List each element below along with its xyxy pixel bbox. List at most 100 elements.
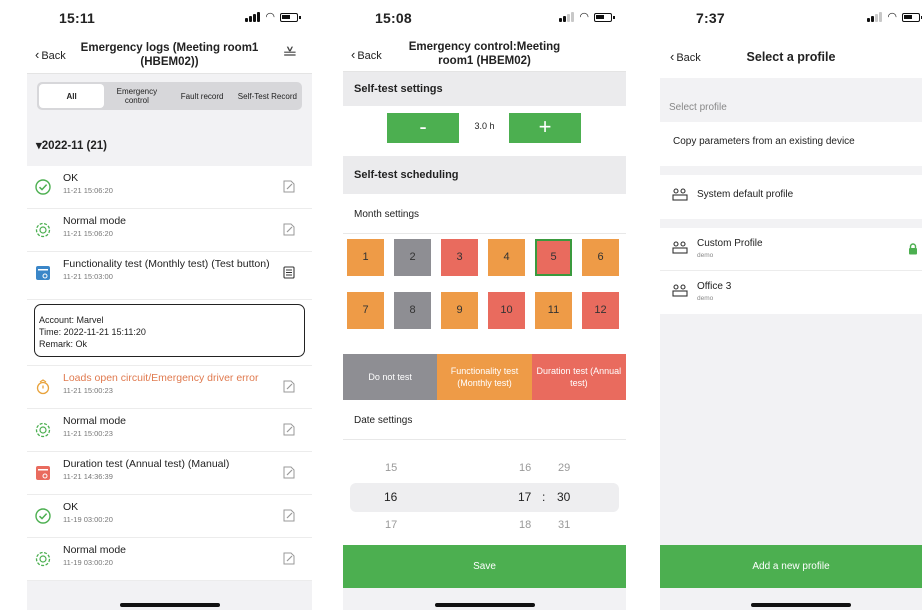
- month-cell-7[interactable]: 7: [347, 292, 384, 329]
- month-grid: 1 2 3 4 5 6 7 8 9 10 11 12: [343, 234, 626, 354]
- emergency-control-screen: 15:08 ◠ ‹ Back Emergency control:Meeting …: [343, 0, 626, 610]
- profile-item-office[interactable]: Office 3 demo: [660, 271, 922, 314]
- home-indicator[interactable]: [434, 603, 535, 607]
- tab-self-test-record[interactable]: Self-Test Record: [235, 84, 300, 108]
- legend-duration-test[interactable]: Duration test (Annual test): [531, 354, 626, 400]
- legend-do-not-test[interactable]: Do not test: [343, 354, 438, 400]
- double-chevron-down-icon[interactable]: ≚: [283, 45, 298, 62]
- month-cell-9[interactable]: 9: [441, 292, 478, 329]
- picker-row[interactable]: 15 16 29: [343, 462, 626, 482]
- month-cell-2[interactable]: 2: [394, 239, 431, 276]
- self-test-settings-header: Self-test settings: [343, 72, 626, 106]
- picker-hour: 18: [519, 519, 532, 531]
- date-time-picker[interactable]: 15 16 29 16 17 : 30 17 18 31: [343, 440, 626, 547]
- month-cell-1[interactable]: 1: [347, 239, 384, 276]
- back-label: Back: [676, 52, 701, 64]
- save-button[interactable]: Save: [343, 545, 626, 588]
- profile-subtitle: demo: [697, 295, 714, 302]
- picker-row[interactable]: 16 17 : 30: [343, 490, 626, 510]
- edit-icon[interactable]: [283, 223, 295, 236]
- log-title: Normal mode: [63, 415, 127, 427]
- status-bar: 15:08 ◠: [343, 0, 626, 34]
- profile-name: System default profile: [697, 189, 794, 200]
- page-title: Emergency control:Meeting room1 (HBEM02): [408, 41, 561, 67]
- month-settings-label: Month settings: [343, 194, 626, 234]
- picker-day: 16: [384, 490, 398, 504]
- duration-stepper: - 3.0 h +: [343, 106, 626, 156]
- picker-hour: 17: [518, 490, 532, 504]
- emergency-logs-screen: 15:11 ◠ ‹ Back Emergency logs (Meeting ro…: [27, 0, 312, 610]
- signal-icon: [245, 12, 261, 22]
- list-item[interactable]: Duration test (Annual test) (Manual) 11-…: [27, 452, 312, 495]
- picker-separator: :: [542, 490, 546, 504]
- wifi-icon: ◠: [579, 11, 589, 23]
- picker-minute: 31: [558, 519, 571, 531]
- log-list: OK 11-21 15:06:20 Normal mode 11-21 15:0…: [27, 166, 312, 581]
- list-item[interactable]: Normal mode 11-19 03:00:20: [27, 538, 312, 581]
- month-cell-6[interactable]: 6: [582, 239, 619, 276]
- copy-parameters-item[interactable]: Copy parameters from an existing device: [660, 122, 922, 166]
- tab-all[interactable]: All: [39, 84, 105, 108]
- log-date: 11-21 15:06:20: [63, 186, 113, 195]
- log-title: Duration test (Annual test) (Manual): [63, 458, 230, 470]
- signal-icon: [867, 12, 883, 22]
- month-cell-11[interactable]: 11: [535, 292, 572, 329]
- status-time: 15:08: [375, 10, 412, 26]
- month-cell-8[interactable]: 8: [394, 292, 431, 329]
- picker-minute: 29: [558, 462, 571, 474]
- select-profile-screen: 7:37 ◠ ‹ Back Select a profile Select pro…: [660, 0, 922, 610]
- home-indicator[interactable]: [751, 603, 851, 607]
- notes-icon[interactable]: [283, 266, 295, 279]
- month-cell-10[interactable]: 10: [488, 292, 525, 329]
- back-button[interactable]: ‹ Back: [670, 49, 701, 64]
- legend-functionality-test[interactable]: Functionality test (Monthly test): [437, 354, 532, 400]
- edit-icon[interactable]: [283, 466, 295, 479]
- month-group-header[interactable]: ▾2022-11 (21): [27, 110, 312, 166]
- log-title: Loads open circuit/Emergency driver erro…: [63, 372, 259, 384]
- normal-mode-icon: [35, 551, 51, 567]
- edit-icon[interactable]: [283, 552, 295, 565]
- list-item[interactable]: Loads open circuit/Emergency driver erro…: [27, 366, 312, 409]
- status-bar: 15:11 ◠: [27, 0, 312, 34]
- profile-item-custom[interactable]: Custom Profile demo: [660, 228, 922, 271]
- edit-icon[interactable]: [283, 380, 295, 393]
- remark-account: Account: Marvel: [39, 315, 104, 325]
- home-indicator[interactable]: [119, 603, 220, 607]
- profile-icon: [672, 284, 688, 297]
- back-button[interactable]: ‹ Back: [351, 47, 382, 62]
- wifi-icon: ◠: [887, 11, 897, 23]
- list-item[interactable]: Normal mode 11-21 15:00:23: [27, 409, 312, 452]
- list-item[interactable]: OK 11-19 03:00:20: [27, 495, 312, 538]
- picker-hour: 16: [519, 462, 532, 474]
- month-cell-5[interactable]: 5: [535, 239, 572, 276]
- edit-icon[interactable]: [283, 423, 295, 436]
- log-title: OK: [63, 172, 79, 184]
- page-title: Emergency logs (Meeting room1 (HBEM02)): [80, 42, 259, 68]
- picker-minute: 30: [557, 490, 571, 504]
- add-profile-button[interactable]: Add a new profile: [660, 545, 922, 588]
- list-item[interactable]: Functionality test (Monthly test) (Test …: [27, 252, 312, 300]
- chevron-left-icon: ‹: [670, 49, 675, 64]
- month-cell-4[interactable]: 4: [488, 239, 525, 276]
- signal-icon: [559, 12, 575, 22]
- edit-icon[interactable]: [283, 180, 295, 193]
- log-title: Normal mode: [63, 215, 127, 227]
- log-date: 11-21 15:00:23: [63, 429, 113, 438]
- battery-icon: [594, 12, 615, 22]
- system-default-profile-item[interactable]: System default profile: [660, 175, 922, 219]
- month-cell-12[interactable]: 12: [582, 292, 619, 329]
- picker-day: 15: [385, 462, 398, 474]
- picker-row[interactable]: 17 18 31: [343, 519, 626, 539]
- filter-tabs: All Emergency control Fault record Self-…: [37, 82, 302, 110]
- month-cell-3[interactable]: 3: [441, 239, 478, 276]
- tab-fault-record[interactable]: Fault record: [170, 84, 235, 108]
- log-title: OK: [63, 501, 79, 513]
- nav-bar: ‹ Back Emergency control:Meeting room1 (H…: [343, 34, 626, 72]
- list-item[interactable]: OK 11-21 15:06:20: [27, 166, 312, 209]
- tab-emergency-control[interactable]: Emergency control: [104, 84, 169, 108]
- edit-icon[interactable]: [283, 509, 295, 522]
- functionality-test-icon: [36, 266, 50, 280]
- increase-button[interactable]: +: [509, 113, 581, 143]
- list-item[interactable]: Normal mode 11-21 15:06:20: [27, 209, 312, 252]
- back-button[interactable]: ‹ Back: [35, 47, 66, 62]
